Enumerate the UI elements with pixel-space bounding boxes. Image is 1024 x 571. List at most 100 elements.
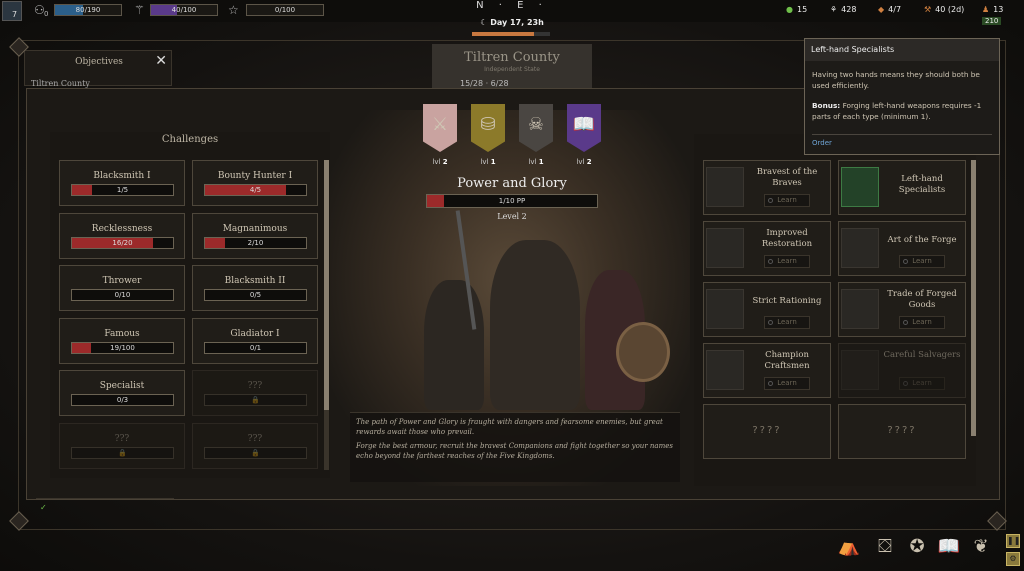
challenge-card[interactable]: ??? 🔒 xyxy=(192,422,318,469)
pause-button[interactable]: ❚❚ xyxy=(1006,534,1020,548)
challenge-progress: 19/100 xyxy=(71,341,174,354)
player-level: 7 xyxy=(12,10,18,19)
food-resource: ⚘ 428 xyxy=(830,5,857,14)
challenge-card[interactable]: Blacksmith I 1/5 xyxy=(59,160,185,206)
challenge-name: Famous xyxy=(104,328,140,339)
challenge-progress: 4/5 xyxy=(204,184,307,196)
perk-tooltip: Left-hand Specialists Having two hands m… xyxy=(804,38,1000,155)
challenge-progress: 16/20 xyxy=(71,236,174,249)
chest-icon[interactable]: ⛋ xyxy=(872,534,898,560)
perk-name: Champion Craftsmen xyxy=(764,350,810,371)
lock-icon: 🔒 xyxy=(251,396,260,404)
county-state: Independent State xyxy=(484,66,540,73)
journal-icon[interactable]: 📖 xyxy=(936,534,962,560)
perk-card[interactable]: ???? xyxy=(703,404,831,459)
tooltip-bonus: Bonus: Forging left-hand weapons require… xyxy=(812,101,982,121)
unknown-perk: ???? xyxy=(887,425,917,436)
laurel-icon[interactable]: ❦ xyxy=(968,534,994,560)
challenge-name: Gladiator I xyxy=(230,328,280,339)
objective-check[interactable]: ✓ xyxy=(36,498,174,520)
challenge-progress: 0/10 xyxy=(71,289,174,301)
perk-name: Trade of Forged Goods xyxy=(887,289,957,310)
challenges-title: Challenges xyxy=(161,134,219,145)
learn-button[interactable]: Learn xyxy=(899,255,945,268)
challenge-card[interactable]: Thrower 0/10 xyxy=(59,265,185,311)
tooltip-order-link[interactable]: Order xyxy=(805,135,999,151)
learn-button[interactable]: Learn xyxy=(764,194,810,207)
compass: N · E · xyxy=(476,0,548,11)
learn-button[interactable]: Learn xyxy=(764,255,810,268)
challenge-name: ??? xyxy=(247,381,263,391)
challenge-card[interactable]: Recklessness 16/20 xyxy=(59,212,185,259)
perk-name: Bravest of the Braves xyxy=(756,167,818,188)
settings-button[interactable]: ⚙ xyxy=(1006,552,1020,566)
challenge-card[interactable]: Bounty Hunter I 4/5 xyxy=(192,160,318,206)
crossed-swords-icon: ⚔ xyxy=(431,114,449,135)
day-progress xyxy=(472,32,550,36)
tooltip-description: Having two hands means they should both … xyxy=(812,70,980,90)
challenge-progress: 🔒 xyxy=(71,446,174,459)
coins-icon: ⛁ xyxy=(480,114,496,135)
fame-bar: 0/100 xyxy=(246,4,324,16)
objectives-subtitle[interactable]: Tiltren County xyxy=(31,79,90,88)
challenge-name: Recklessness xyxy=(91,223,153,234)
population-bar: 80/190 xyxy=(54,4,122,16)
close-icon[interactable]: ✕ xyxy=(155,53,167,69)
challenge-card[interactable]: Gladiator I 0/1 xyxy=(192,317,318,364)
learn-button[interactable]: Learn xyxy=(899,316,945,329)
challenge-name: Bounty Hunter I xyxy=(217,171,293,181)
tooltip-body: Having two hands means they should both … xyxy=(805,61,999,130)
perk-name: Art of the Forge xyxy=(887,235,957,245)
learn-button[interactable]: Learn xyxy=(899,377,945,390)
perk-card[interactable]: Left-hand Specialists xyxy=(838,160,966,215)
county-counts: 15/28 · 6/28 xyxy=(460,79,509,88)
lore-paragraph-2: Forge the best armour, recruit the brave… xyxy=(356,442,673,460)
challenge-progress: 🔒 xyxy=(204,394,307,406)
path-level: Level 2 xyxy=(497,212,527,221)
banner-level: lvl 2 xyxy=(432,158,448,166)
challenge-progress: 0/1 xyxy=(204,341,307,354)
banner-level: lvl 2 xyxy=(576,158,592,166)
perk-card[interactable]: Art of the Forge Learn xyxy=(838,221,966,276)
challenge-card[interactable]: Magnanimous 2/10 xyxy=(192,212,318,259)
perk-icon xyxy=(706,350,744,390)
perk-card[interactable]: Trade of Forged Goods Learn xyxy=(838,282,966,337)
challenge-card[interactable]: ??? 🔒 xyxy=(59,422,185,469)
perk-name: Strict Rationing xyxy=(752,296,822,306)
challenge-card[interactable]: Specialist 0/3 xyxy=(59,370,185,416)
challenge-name: Blacksmith II xyxy=(224,276,286,286)
perk-name: Improved Restoration xyxy=(761,228,813,249)
star-icon: ☆ xyxy=(228,3,239,17)
wand-icon: ⚚ xyxy=(134,3,145,17)
perk-card[interactable]: Strict Rationing Learn xyxy=(703,282,831,337)
learn-button[interactable]: Learn xyxy=(764,377,810,390)
perk-icon xyxy=(841,228,879,268)
camp-icon[interactable]: ⛺ xyxy=(836,534,862,560)
avatar[interactable]: 7 xyxy=(2,1,22,21)
perk-card[interactable]: Bravest of the Braves Learn xyxy=(703,160,831,215)
perk-card[interactable]: Careful Salvagers Learn xyxy=(838,343,966,398)
challenges-scrollbar[interactable] xyxy=(324,160,329,470)
challenge-name: Thrower xyxy=(102,276,142,286)
perk-card[interactable]: Improved Restoration Learn xyxy=(703,221,831,276)
banner-level: lvl 1 xyxy=(528,158,544,166)
map-icon[interactable]: ✪ xyxy=(904,534,930,560)
county-panel: Tiltren County Independent State 15/28 ·… xyxy=(432,44,592,90)
challenge-card[interactable]: Blacksmith II 0/5 xyxy=(192,265,318,311)
perk-icon xyxy=(841,350,879,390)
challenge-card[interactable]: ??? 🔒 xyxy=(192,370,318,416)
challenges-panel: Challenges Blacksmith I 1/5 Bounty Hunter… xyxy=(50,132,330,478)
gold-resource: ● 15 xyxy=(786,5,808,14)
perk-card[interactable]: Champion Craftsmen Learn xyxy=(703,343,831,398)
challenge-progress: 2/10 xyxy=(204,236,307,249)
small-count: 0 xyxy=(44,10,49,18)
heroes-illustration xyxy=(380,210,680,410)
challenge-name: ??? xyxy=(114,433,130,444)
learn-button[interactable]: Learn xyxy=(764,316,810,329)
perk-icon xyxy=(706,289,744,329)
challenge-card[interactable]: Famous 19/100 xyxy=(59,317,185,364)
tools-resource: ⚒ 40 (2d) xyxy=(924,5,965,14)
perks-scrollbar[interactable] xyxy=(971,160,976,436)
perk-card[interactable]: ???? xyxy=(838,404,966,459)
objectives-panel: Objectives ✕ Tiltren County xyxy=(24,50,172,88)
